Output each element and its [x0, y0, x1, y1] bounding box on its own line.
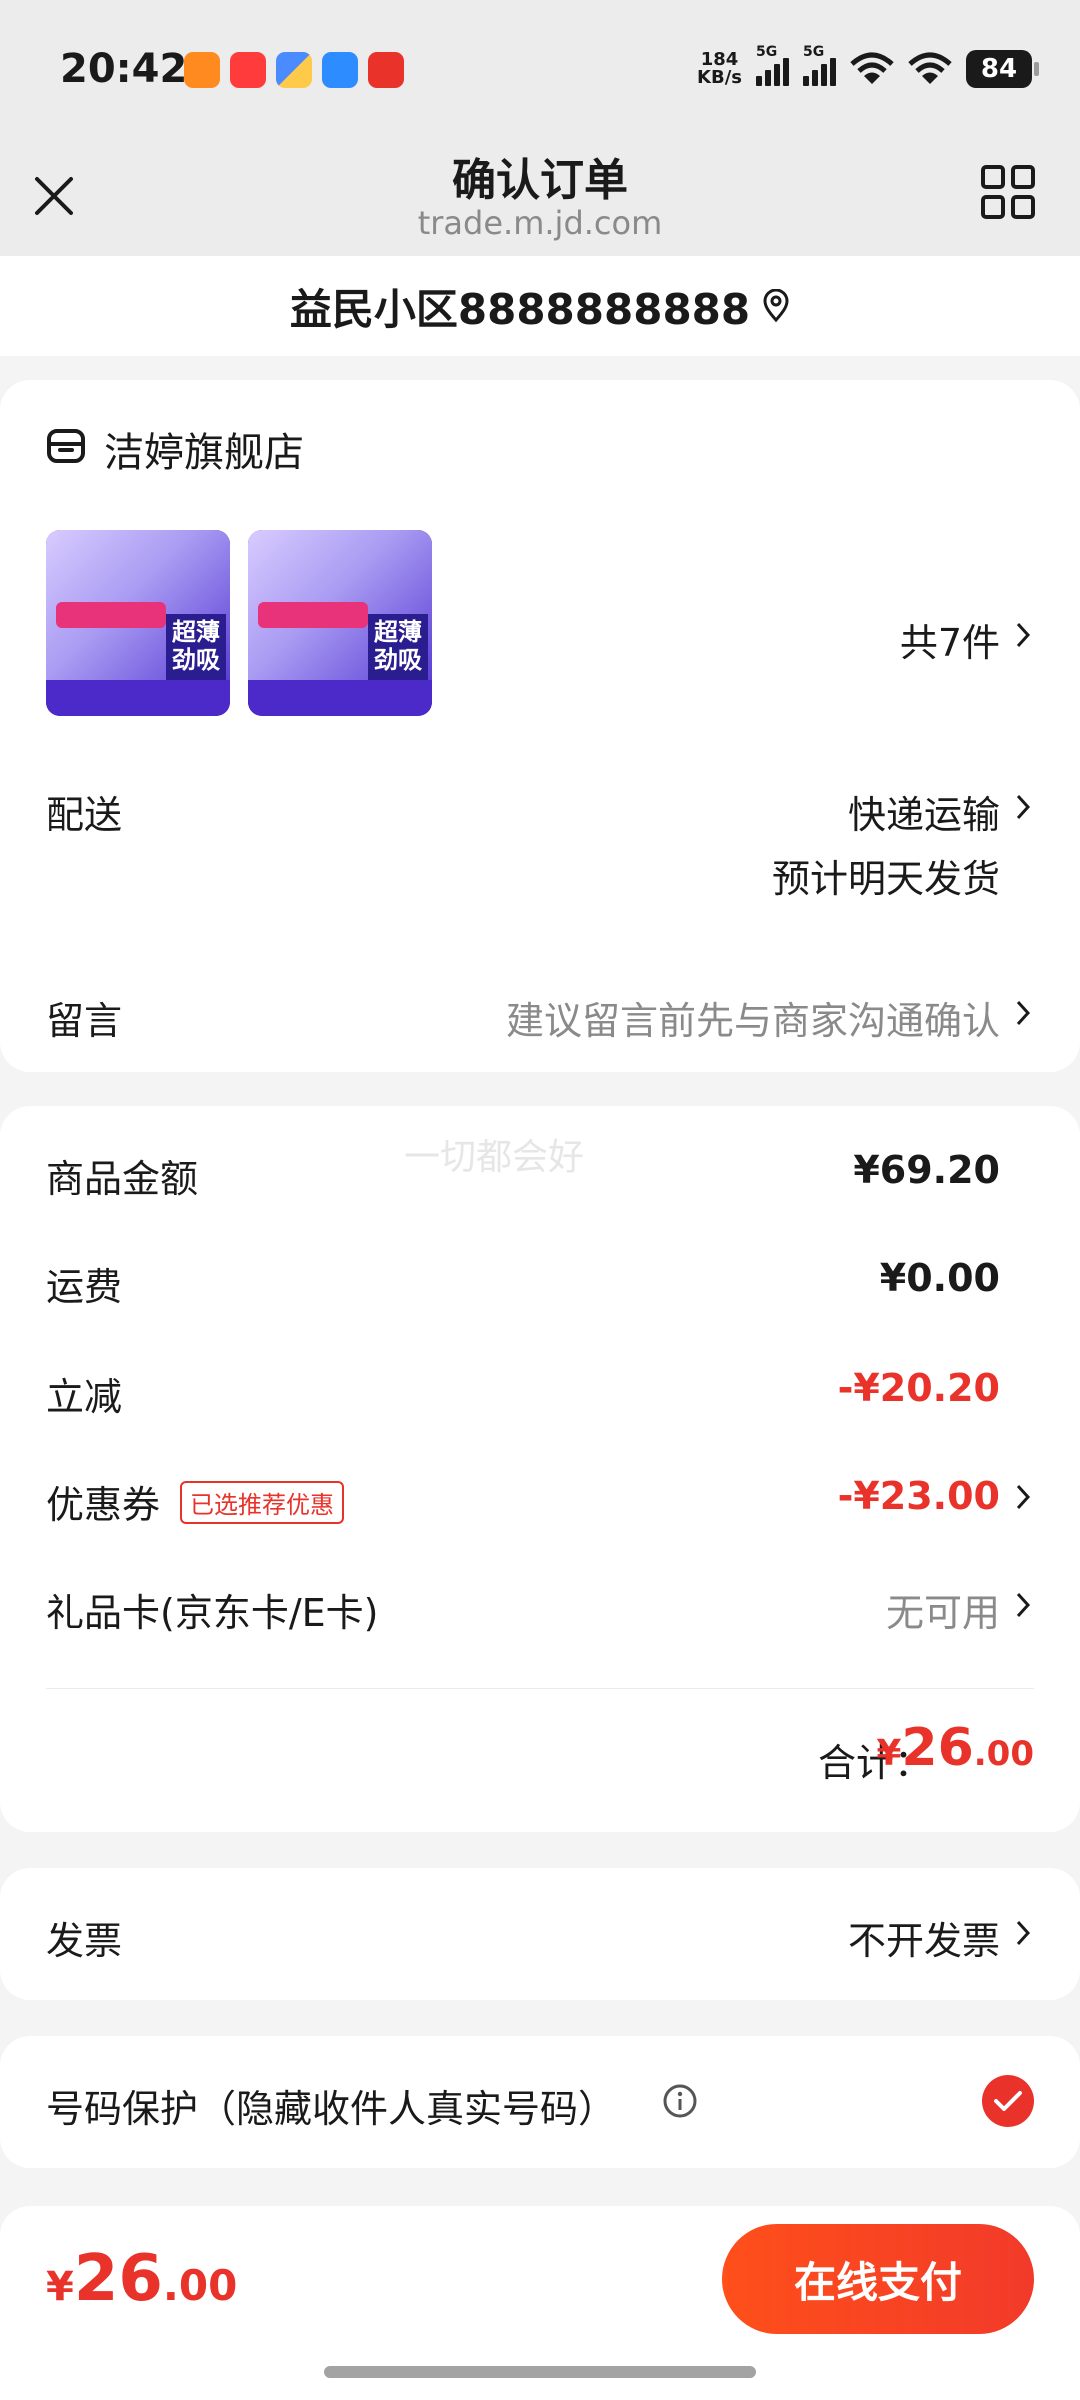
summary-divider: [46, 1688, 1034, 1689]
location-pin-icon: [763, 289, 789, 323]
store-icon: [47, 429, 85, 463]
discount-value: -¥20.20: [837, 1366, 1000, 1410]
shipping-value: ¥0.00: [879, 1256, 1000, 1300]
total-amount: ¥26.00: [876, 1718, 1034, 1778]
message-input[interactable]: 建议留言前先与商家沟通确认: [506, 990, 1000, 1045]
delivery-label: 配送: [46, 793, 123, 837]
status-indicators: 184 KB/s 5G 5G 84: [697, 44, 1039, 88]
thumbnail-footer: [248, 680, 432, 716]
checkmark-icon: [994, 2091, 1022, 2111]
invoice-value: 不开发票: [847, 1919, 1000, 1963]
status-time: 20:42: [60, 46, 188, 92]
chevron-right-icon: [1016, 1592, 1031, 1618]
thumbnail-footer: [46, 680, 230, 716]
wifi-icon-2: [908, 52, 952, 84]
sim1-signal-icon: 5G: [756, 44, 789, 86]
store-card: 洁婷旗舰店 超薄 劲吸 超薄 劲吸 共7件 配送 快递运输 预计明天发货 留言 建议…: [0, 380, 1080, 1072]
files-app-icon: [276, 52, 312, 88]
privacy-checkbox[interactable]: [982, 2075, 1034, 2127]
sim2-signal-icon: 5G: [803, 44, 836, 86]
bottom-currency: ¥: [46, 2264, 74, 2310]
privacy-label: 号码保护（隐藏收件人真实号码）: [46, 2087, 617, 2131]
badge-line1: 超薄: [374, 618, 422, 646]
thumbnail-badge-text: 超薄 劲吸: [168, 618, 224, 674]
chevron-right-icon: [1016, 622, 1031, 648]
chevron-right-icon: [1016, 1000, 1031, 1026]
cloud-app-icon: [322, 52, 358, 88]
bottom-price-decimal: .00: [162, 2261, 238, 2310]
page-url: trade.m.jd.com: [417, 204, 663, 242]
chevron-right-icon: [1016, 794, 1031, 820]
info-icon[interactable]: [662, 2083, 698, 2119]
badge-line2: 劲吸: [374, 646, 422, 674]
grid-icon: [981, 165, 1035, 219]
thumbnail-badge-text: 超薄 劲吸: [370, 618, 426, 674]
badge-line2: 劲吸: [172, 646, 220, 674]
coupon-value[interactable]: -¥23.00: [838, 1474, 1000, 1518]
shopping-app-icon: [230, 52, 266, 88]
coupon-label: 优惠券: [46, 1483, 161, 1527]
wifi-icon: [850, 52, 894, 84]
badge-line1: 超薄: [172, 618, 220, 646]
price-summary-card: 商品金额 ¥69.20 运费 ¥0.00 立减 -¥20.20 优惠券 -¥23…: [0, 1106, 1080, 1832]
network-speed: 184 KB/s: [697, 51, 742, 87]
invoice-card[interactable]: 发票 不开发票: [0, 1868, 1080, 2000]
total-integer: 26: [901, 1718, 974, 1778]
network-speed-unit: KB/s: [697, 67, 742, 88]
thumbnail-banner: [56, 602, 166, 628]
goods-amount-value: ¥69.20: [853, 1148, 1000, 1192]
goods-amount-label: 商品金额: [46, 1157, 199, 1201]
discount-label: 立减: [46, 1375, 123, 1419]
thumbnail-banner: [258, 602, 368, 628]
status-bar: 20:42 184 KB/s 5G 5G 84: [0, 0, 1080, 140]
coupon-recommended-tag: 已选推荐优惠: [180, 1481, 344, 1524]
bottom-price-integer: 26: [73, 2242, 163, 2316]
notification-icons: [184, 52, 404, 88]
total-currency: ¥: [876, 1733, 902, 1774]
bottom-total-price: ¥26.00: [46, 2242, 237, 2316]
watermark-text: 一切都会好: [404, 1137, 585, 1178]
battery-indicator: 84: [966, 50, 1039, 88]
product-thumbnail[interactable]: 超薄 劲吸: [46, 530, 230, 716]
address-text: 益民小区8888888888: [289, 284, 751, 334]
delivery-method[interactable]: 快递运输: [848, 784, 1000, 839]
netease-music-app-icon: [368, 52, 404, 88]
chevron-right-icon: [1016, 1484, 1031, 1510]
store-name[interactable]: 洁婷旗舰店: [104, 420, 304, 478]
message-label: 留言: [46, 999, 123, 1043]
sim2-label: 5G: [803, 44, 825, 60]
chevron-right-icon: [1016, 1920, 1031, 1946]
address-bar[interactable]: 益民小区8888888888: [0, 256, 1080, 356]
page-title: 确认订单: [452, 155, 628, 206]
page-header: 确认订单 trade.m.jd.com: [0, 140, 1080, 256]
privacy-card: 号码保护（隐藏收件人真实号码）: [0, 2036, 1080, 2168]
taobao-app-icon: [184, 52, 220, 88]
menu-button[interactable]: [980, 164, 1036, 220]
home-indicator[interactable]: [324, 2366, 756, 2378]
total-decimal: .00: [973, 1734, 1034, 1774]
invoice-label: 发票: [46, 1919, 123, 1963]
product-thumbnail[interactable]: 超薄 劲吸: [248, 530, 432, 716]
item-count[interactable]: 共7件: [900, 612, 1000, 667]
shipping-label: 运费: [46, 1265, 123, 1309]
giftcard-value[interactable]: 无可用: [886, 1582, 1000, 1637]
sim1-label: 5G: [756, 44, 778, 60]
delivery-eta: 预计明天发货: [771, 857, 1000, 901]
giftcard-label: 礼品卡(京东卡/E卡): [46, 1591, 379, 1635]
pay-online-button[interactable]: 在线支付: [722, 2224, 1034, 2334]
